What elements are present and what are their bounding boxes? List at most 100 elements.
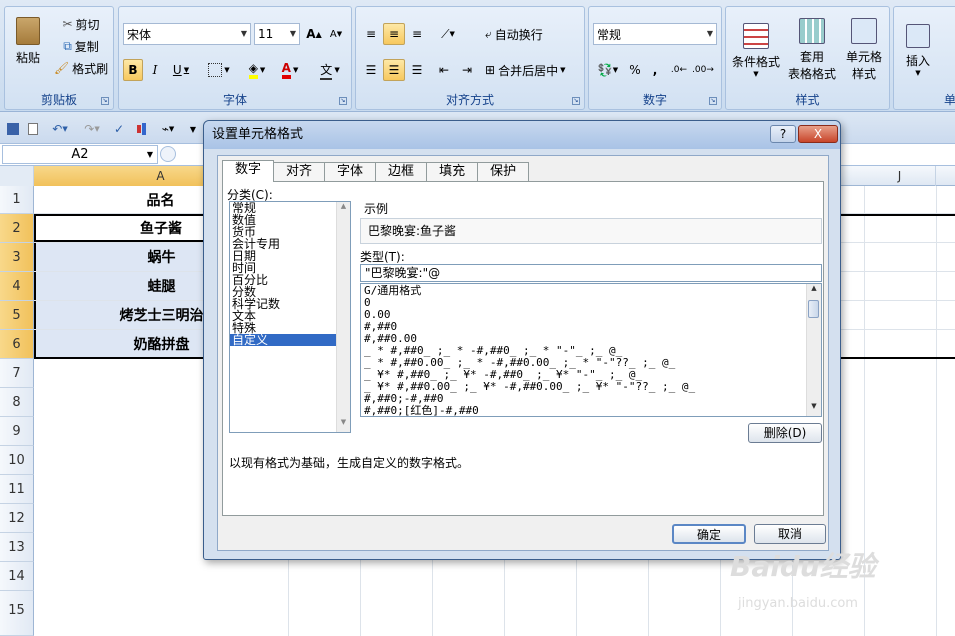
copy-button[interactable]: ⧉ 复制 [51,35,111,57]
font-color-button[interactable]: A ▼ [275,59,305,81]
format-list[interactable]: G/通用格式 0 0.00 #,##0 #,##0.00 _ * #,##0_ … [360,283,822,417]
scroll-up-icon[interactable]: ▲ [337,202,350,216]
conditional-format-button[interactable]: 条件格式 ▼ [728,11,784,89]
decrease-indent-icon[interactable]: ⇤ [433,59,455,81]
fill-color-button[interactable]: ◈ ▼ [241,59,273,81]
list-item[interactable]: #,##0;[红色]-#,##0 [361,405,821,417]
cells-group: 插入 ▼ 单 [893,6,955,110]
formula-bar-expand-icon[interactable] [160,146,176,162]
comma-button[interactable]: , [647,59,663,81]
ok-button[interactable]: 确定 [672,524,746,544]
font-size-combo[interactable]: 11 ▼ [254,23,300,45]
row-header[interactable]: 11 [0,475,34,504]
paste-button[interactable]: 粘贴 [9,11,47,71]
scroll-down-icon[interactable]: ▼ [807,402,821,416]
row-header[interactable]: 5 [0,301,34,330]
tab-number[interactable]: 数字 [222,160,275,182]
category-scrollbar[interactable]: ▲ ▼ [336,202,350,432]
border-button[interactable]: ▼ [203,59,235,81]
align-middle-icon[interactable]: ≡ [383,23,405,45]
merge-center-button[interactable]: ⊞ 合并后居中 ▼ [484,59,582,81]
list-item[interactable]: 0.00 [361,309,821,321]
row-header[interactable]: 10 [0,446,34,475]
orientation-icon[interactable]: ⟋ ▼ [433,23,463,45]
select-all-corner[interactable] [0,166,34,186]
name-box[interactable]: A2 ▼ [2,145,158,164]
bold-button[interactable]: B [123,59,143,81]
row-header[interactable]: 8 [0,388,34,417]
number-format-combo[interactable]: 常规 ▼ [593,23,717,45]
tab-font[interactable]: 字体 [324,162,377,182]
grow-font-button[interactable]: A ▲ [304,23,324,45]
font-group: 宋体 ▼ 11 ▼ A ▲ A ▼ B I U ▼ ▼ ◈ ▼ A ▼ 文 ▼ 字体 ↘ [118,6,352,110]
redo-icon[interactable]: ↷ ▼ [78,118,106,140]
font-name-combo[interactable]: 宋体 ▼ [123,23,251,45]
percent-button[interactable]: % [625,59,645,81]
type-input[interactable]: "巴黎晚宴:"@ [360,264,822,282]
column-header-j[interactable]: J [864,166,936,186]
align-bottom-icon[interactable]: ≡ [406,23,428,45]
row-header[interactable]: 14 [0,562,34,591]
row-header[interactable]: 15 [0,591,34,636]
tab-protection[interactable]: 保护 [477,162,530,182]
help-button[interactable]: ? [770,125,796,143]
row-header[interactable]: 4 [0,272,34,301]
dialog-title-bar[interactable]: 设置单元格格式 [204,121,840,149]
dialog-launcher-icon[interactable]: ↘ [101,97,109,105]
chart-icon[interactable] [132,118,150,140]
delete-button[interactable]: 删除(D) [748,423,822,443]
line-chart-icon[interactable]: ⌁ ▼ [154,118,182,140]
row-header[interactable]: 6 [0,330,34,359]
underline-button[interactable]: U ▼ [167,59,195,81]
format-scrollbar[interactable]: ▲ ▼ [806,284,821,416]
scroll-thumb[interactable] [808,300,819,318]
close-button[interactable]: X [798,125,838,143]
row-header[interactable]: 12 [0,504,34,533]
undo-icon[interactable]: ↶ ▼ [46,118,74,140]
new-document-icon[interactable] [24,118,42,140]
align-top-icon[interactable]: ≡ [360,23,382,45]
tab-alignment[interactable]: 对齐 [273,162,326,182]
currency-icon[interactable]: 💱 ▼ [593,59,623,81]
row-header[interactable]: 7 [0,359,34,388]
alignment-group-label: 对齐方式 [445,93,494,107]
cut-button[interactable]: ✂ 剪切 [51,13,111,35]
list-item-selected[interactable]: 自定义 [230,334,350,346]
decrease-decimal-icon[interactable]: .00→ [691,59,715,81]
increase-decimal-icon[interactable]: .0← [667,59,691,81]
list-item[interactable]: G/通用格式 [361,285,821,297]
row-header[interactable]: 2 [0,214,34,243]
shrink-font-button[interactable]: A ▼ [326,23,346,45]
cell-styles-button[interactable]: 单元格 样式 [840,11,888,89]
dialog-launcher-icon[interactable]: ↘ [572,97,580,105]
copy-icon: ⧉ [63,38,72,53]
dialog-launcher-icon[interactable]: ↘ [709,97,717,105]
save-icon[interactable] [4,118,22,140]
scissors-icon: ✂ [62,17,73,31]
customize-qat-icon[interactable]: ▼ [186,118,200,140]
scroll-up-icon[interactable]: ▲ [807,284,821,298]
wrap-text-button[interactable]: ⤶ 自动换行 [484,23,580,45]
row-header[interactable]: 1 [0,186,34,214]
italic-button[interactable]: I [145,59,165,81]
scroll-down-icon[interactable]: ▼ [337,418,350,432]
cancel-button[interactable]: 取消 [754,524,826,544]
format-as-table-button[interactable]: 套用 表格格式 [786,11,838,89]
align-left-icon[interactable]: ☰ [360,59,382,81]
insert-button[interactable]: 插入 ▼ [898,11,938,89]
increase-indent-icon[interactable]: ⇥ [456,59,478,81]
align-right-icon[interactable]: ☰ [406,59,428,81]
row-header[interactable]: 3 [0,243,34,272]
align-center-icon[interactable]: ☰ [383,59,405,81]
row-header[interactable]: 13 [0,533,34,562]
phonetic-button[interactable]: 文 ▼ [313,59,347,81]
dialog-launcher-icon[interactable]: ↘ [339,97,347,105]
list-item[interactable]: #,##0 [361,321,821,333]
category-list[interactable]: 常规 数值 货币 会计专用 日期 时间 百分比 分数 科学记数 文本 特殊 自定… [229,201,351,433]
format-painter-button[interactable]: 🖌 格式刷 [51,57,111,79]
tab-border[interactable]: 边框 [375,162,428,182]
spell-check-icon[interactable]: ✓ [110,118,128,140]
list-item[interactable]: 0 [361,297,821,309]
row-header[interactable]: 9 [0,417,34,446]
tab-fill[interactable]: 填充 [426,162,479,182]
